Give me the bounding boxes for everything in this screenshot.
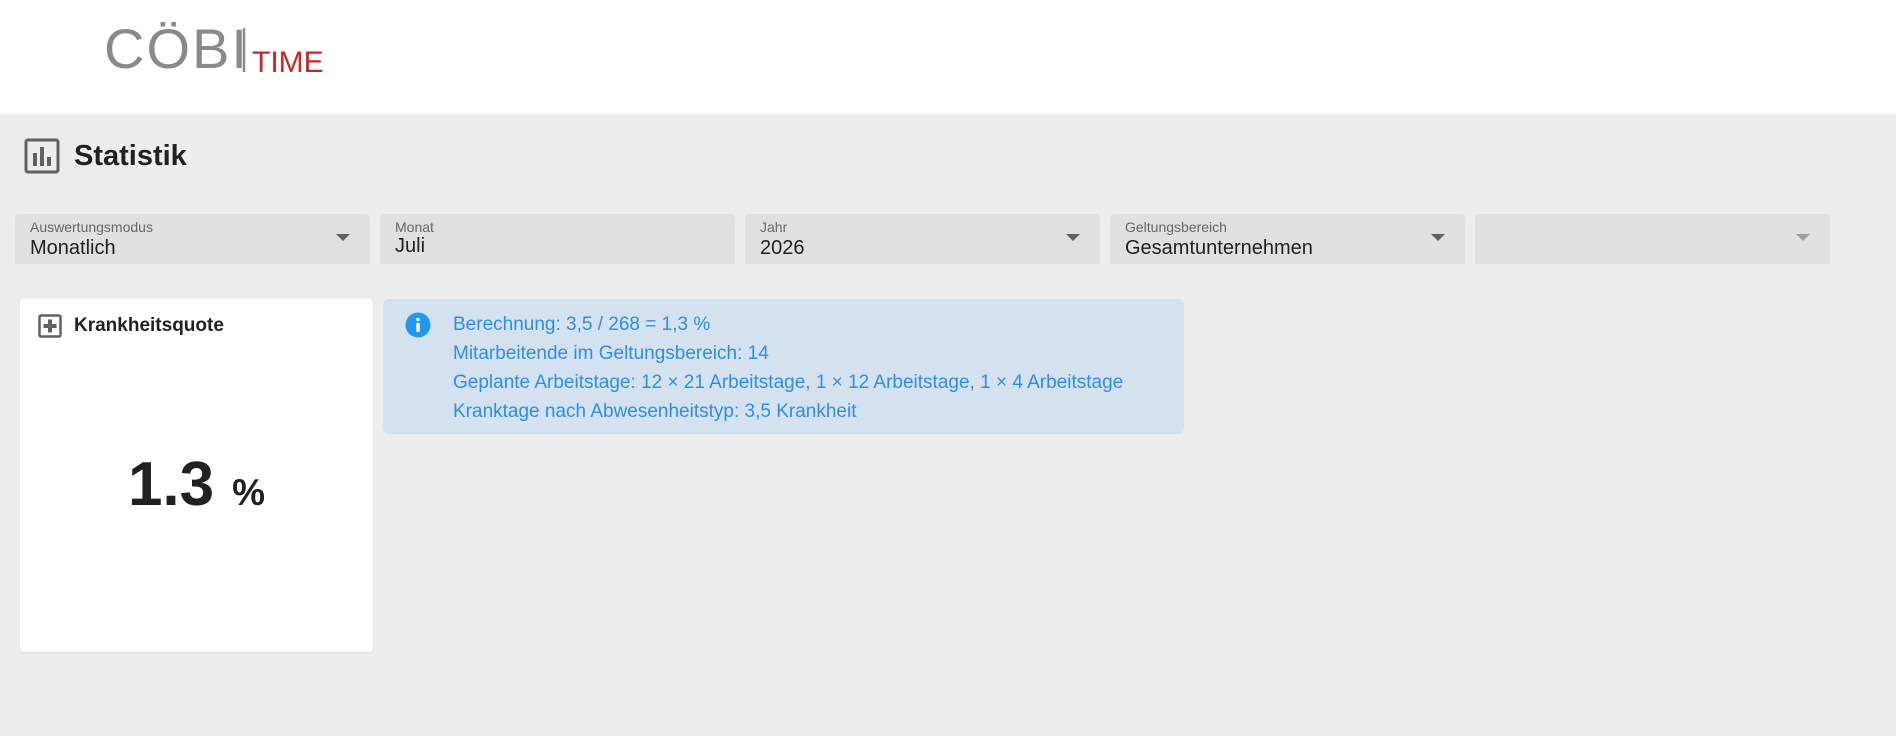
main-content: Statistik Auswertungsmodus Monatlich Mon… <box>0 114 1896 736</box>
filter-year[interactable]: Jahr 2026 <box>745 214 1100 264</box>
bar-chart-icon <box>24 138 60 174</box>
kpi-card-sickness-rate: Krankheitsquote 1.3% <box>20 299 373 652</box>
filter-label: Geltungsbereich <box>1125 219 1227 235</box>
filter-evaluation-mode[interactable]: Auswertungsmodus Monatlich <box>15 214 370 264</box>
filter-scope-detail[interactable] <box>1475 214 1830 264</box>
info-circle-icon <box>405 312 431 338</box>
page-title-row: Statistik <box>24 136 187 176</box>
chevron-down-icon[interactable] <box>1796 234 1810 241</box>
filter-month[interactable]: Monat Juli <box>380 214 735 264</box>
info-line-planned-days: Geplante Arbeitstage: 12 × 21 Arbeitstag… <box>453 372 1124 393</box>
filter-value: Gesamtunternehmen <box>1125 237 1313 259</box>
info-lines: Berechnung: 3,5 / 268 = 1,3 % Mitarbeite… <box>453 310 1123 426</box>
calculation-info-box: Berechnung: 3,5 / 268 = 1,3 % Mitarbeite… <box>383 299 1184 434</box>
cobi-time-logo[interactable]: CÖBI TIME <box>104 22 344 78</box>
info-line-sick-days: Kranktage nach Abwesenheitstyp: 3,5 Kran… <box>453 401 857 422</box>
kpi-header: Krankheitsquote <box>38 314 224 338</box>
page-title: Statistik <box>74 139 187 172</box>
info-line-calculation: Berechnung: 3,5 / 268 = 1,3 % <box>453 314 711 335</box>
app-header: CÖBI TIME <box>0 0 1896 114</box>
filter-label: Jahr <box>760 219 788 235</box>
filter-value: 2026 <box>760 237 805 259</box>
filter-value: Juli <box>395 235 426 257</box>
chevron-down-icon[interactable] <box>1066 234 1080 241</box>
filter-label: Monat <box>395 219 434 235</box>
filter-scope[interactable]: Geltungsbereich Gesamtunternehmen <box>1110 214 1465 264</box>
info-line-employees: Mitarbeitende im Geltungsbereich: 14 <box>453 343 769 364</box>
chevron-down-icon[interactable] <box>1431 234 1445 241</box>
chevron-down-icon[interactable] <box>336 234 350 241</box>
kpi-unit: % <box>232 472 266 513</box>
kpi-value-row: 1.3% <box>20 449 373 520</box>
kpi-value: 1.3 <box>127 450 215 519</box>
filter-value: Monatlich <box>30 237 116 259</box>
svg-text:CÖBI: CÖBI <box>104 22 249 78</box>
plus-box-icon <box>38 314 62 338</box>
filter-label: Auswertungsmodus <box>30 219 153 235</box>
kpi-title: Krankheitsquote <box>74 315 224 336</box>
svg-text:TIME: TIME <box>252 46 324 78</box>
